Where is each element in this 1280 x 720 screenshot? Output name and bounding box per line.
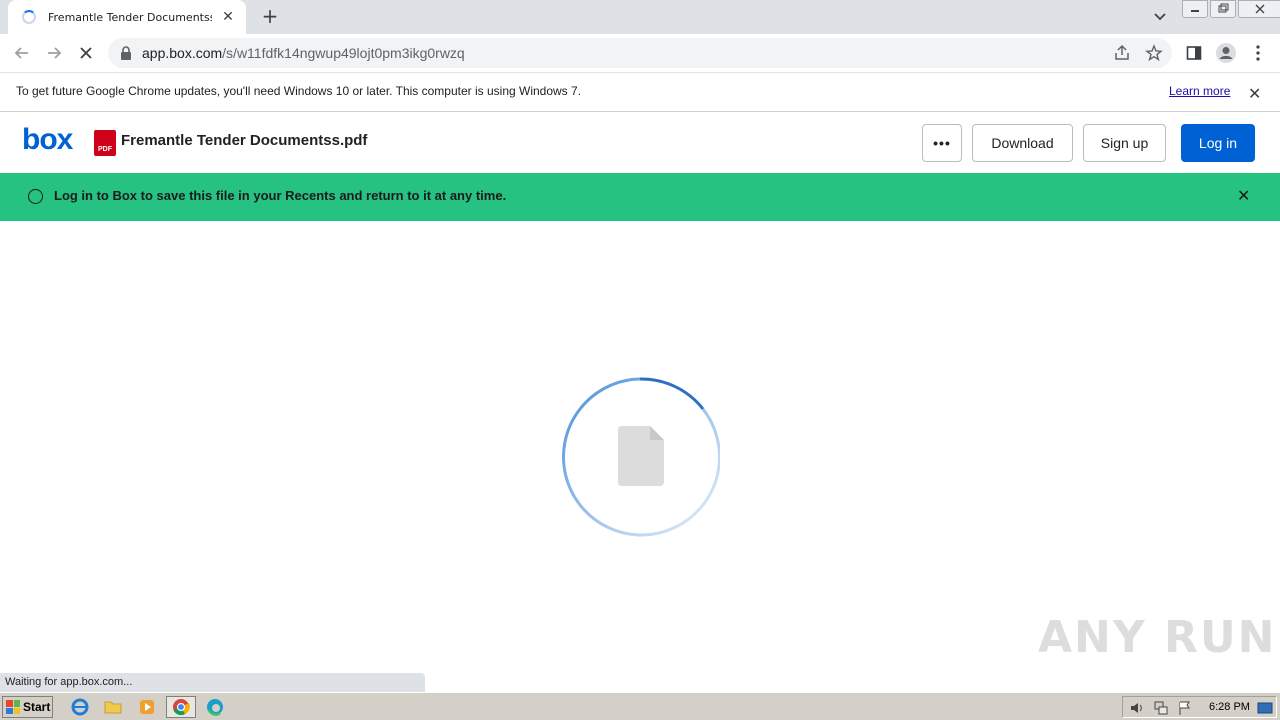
minimize-icon (1191, 10, 1199, 12)
taskbar-ie-icon[interactable] (70, 697, 90, 717)
log-in-button[interactable]: Log in (1181, 124, 1255, 162)
pdf-file-icon: PDF (94, 130, 116, 156)
folder-icon (104, 701, 122, 714)
browser-tab[interactable]: Fremantle Tender Documentss.pdf | Powere… (8, 0, 246, 34)
more-options-button[interactable]: ••• (922, 124, 962, 162)
sign-up-button[interactable]: Sign up (1083, 124, 1166, 162)
taskbar-explorer-icon[interactable] (103, 697, 123, 717)
learn-more-link[interactable]: Learn more (1169, 84, 1230, 98)
file-name: Fremantle Tender Documentss.pdf (121, 132, 368, 149)
restore-icon (1218, 3, 1229, 13)
tab-search-button[interactable] (1150, 8, 1170, 26)
avatar-icon (1216, 43, 1236, 63)
tab-strip: Fremantle Tender Documentss.pdf | Powere… (0, 0, 1280, 34)
box-logo[interactable]: box (22, 123, 73, 157)
close-window-button[interactable] (1238, 0, 1280, 18)
media-player-icon (140, 700, 154, 714)
menu-button[interactable] (1246, 41, 1270, 65)
show-desktop-icon[interactable] (1257, 700, 1273, 716)
network-icon[interactable] (1153, 700, 1169, 716)
taskbar-chrome-icon[interactable] (166, 696, 196, 718)
side-panel-button[interactable] (1182, 41, 1206, 65)
taskbar-clock[interactable]: 6:28 PM (1209, 701, 1250, 713)
url-text: app.box.com/s/w11fdfk14ngwup49lojt0pm3ik… (142, 45, 465, 61)
bookmark-button[interactable] (1143, 42, 1165, 64)
minimize-button[interactable] (1182, 0, 1208, 18)
share-icon (1115, 44, 1129, 60)
system-tray (1122, 696, 1277, 718)
restore-button[interactable] (1210, 0, 1236, 18)
close-icon (1255, 4, 1265, 14)
action-center-flag-icon[interactable] (1177, 700, 1193, 716)
arrow-left-icon (14, 47, 28, 59)
kebab-menu-icon (1256, 45, 1260, 61)
internet-explorer-icon (71, 698, 89, 716)
banner-message: Log in to Box to save this file in your … (54, 188, 507, 203)
share-button[interactable] (1111, 42, 1133, 64)
anyrun-watermark: ANY RUN (1038, 612, 1277, 663)
infobar-message: To get future Google Chrome updates, you… (16, 84, 582, 98)
tab-close-icon[interactable]: ✕ (220, 9, 236, 25)
status-text: Waiting for app.box.com... (5, 676, 133, 688)
update-infobar: To get future Google Chrome updates, you… (0, 72, 1280, 112)
browser-toolbar: app.box.com/s/w11fdfk14ngwup49lojt0pm3ik… (0, 34, 1280, 72)
start-button[interactable]: Start (2, 696, 53, 718)
start-label: Start (23, 700, 51, 714)
infobar-close-icon[interactable]: ✕ (1248, 84, 1261, 103)
user-circle-icon (28, 189, 43, 204)
forward-button[interactable] (42, 41, 66, 65)
close-icon (80, 47, 92, 59)
arrow-right-icon (48, 47, 62, 59)
taskbar-media-icon[interactable] (137, 697, 157, 717)
windows-logo-icon (6, 700, 20, 714)
star-icon (1145, 44, 1163, 62)
edge-icon (207, 699, 223, 716)
side-panel-icon (1186, 46, 1202, 60)
login-banner: Log in to Box to save this file in your … (0, 173, 1280, 221)
status-bubble: Waiting for app.box.com... (0, 673, 425, 692)
tab-loading-icon (22, 10, 36, 24)
url-path: /s/w11fdfk14ngwup49lojt0pm3ikg0rwzq (222, 45, 465, 61)
banner-close-icon[interactable]: ✕ (1237, 186, 1250, 205)
download-button[interactable]: Download (972, 124, 1073, 162)
address-bar[interactable]: app.box.com/s/w11fdfk14ngwup49lojt0pm3ik… (108, 38, 1172, 68)
new-tab-button[interactable]: + (258, 5, 282, 29)
chevron-down-icon (1154, 13, 1166, 21)
box-header: box PDF Fremantle Tender Documentss.pdf … (0, 113, 1280, 173)
stop-loading-button[interactable] (74, 41, 98, 65)
profile-button[interactable] (1214, 41, 1238, 65)
volume-icon[interactable] (1129, 700, 1145, 716)
chrome-icon (173, 699, 190, 716)
back-button[interactable] (10, 41, 34, 65)
pdf-icon-label: PDF (98, 146, 112, 153)
tab-title: Fremantle Tender Documentss.pdf | Powere… (48, 10, 212, 24)
document-icon (618, 426, 664, 486)
taskbar-edge-icon[interactable] (205, 697, 225, 717)
lock-icon (121, 46, 131, 60)
window-controls (1182, 0, 1280, 18)
url-host: app.box.com (142, 45, 223, 61)
windows-taskbar: Start 6:28 PM (0, 692, 1280, 720)
